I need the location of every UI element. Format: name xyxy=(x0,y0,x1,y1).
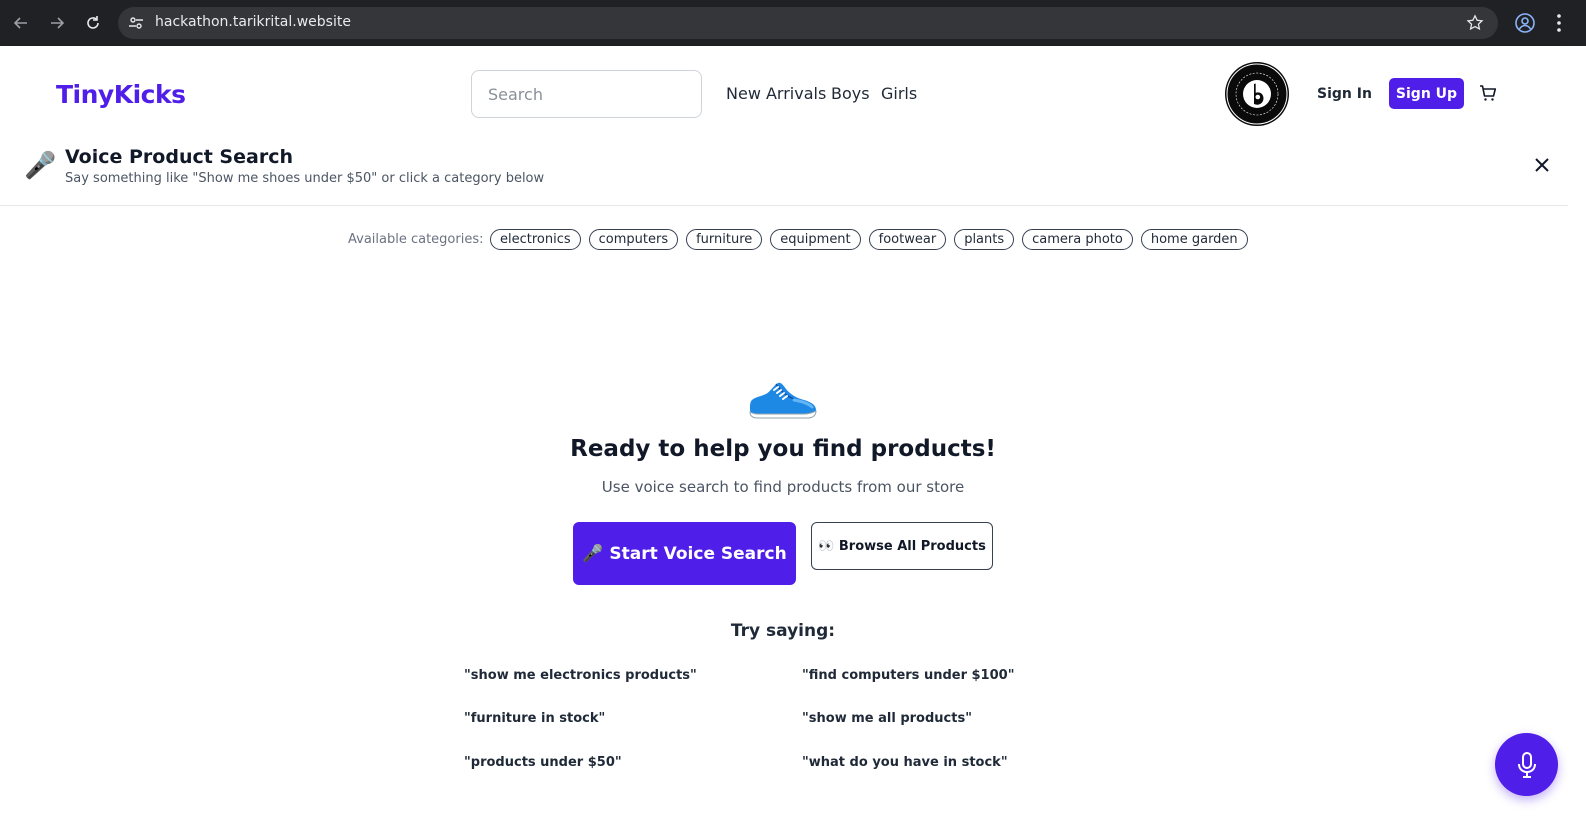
example-phrase[interactable]: "show me all products" xyxy=(802,711,972,726)
category-chip-computers[interactable]: computers xyxy=(588,229,679,250)
sign-in-link[interactable]: Sign In xyxy=(1317,86,1372,102)
hero-title: Ready to help you find products! xyxy=(570,436,996,462)
category-chip-camera-photo[interactable]: camera photo xyxy=(1022,229,1133,250)
browser-toolbar: hackathon.tarikrital.website xyxy=(0,0,1586,46)
example-phrase[interactable]: "what do you have in stock" xyxy=(802,755,1008,770)
hero-subtitle: Use voice search to find products from o… xyxy=(601,478,965,496)
site-logo[interactable]: TinyKicks xyxy=(56,80,186,109)
category-chip-plants[interactable]: plants xyxy=(954,229,1015,250)
voice-banner-title: Voice Product Search xyxy=(65,146,293,168)
example-phrase[interactable]: "find computers under $100" xyxy=(802,668,1014,683)
page-scrollbar[interactable] xyxy=(1568,46,1586,828)
bolt-badge-logo[interactable] xyxy=(1225,62,1289,126)
browse-all-products-button[interactable]: 👀 Browse All Products xyxy=(811,522,993,570)
nav-girls[interactable]: Girls xyxy=(881,84,917,103)
site-header: TinyKicks New Arrivals Boys Girls Sign I… xyxy=(0,46,1568,141)
category-chip-home-garden[interactable]: home garden xyxy=(1140,229,1248,250)
back-arrow-icon[interactable] xyxy=(8,10,34,36)
voice-banner-subtitle: Say something like "Show me shoes under … xyxy=(65,171,545,186)
example-phrase[interactable]: "show me electronics products" xyxy=(464,668,697,683)
nav-new-arrivals[interactable]: New Arrivals xyxy=(726,84,826,103)
sign-up-button[interactable]: Sign Up xyxy=(1389,78,1464,109)
start-voice-search-button[interactable]: 🎤 Start Voice Search xyxy=(573,522,796,585)
category-chips: electronics computers furniture equipmen… xyxy=(490,229,1248,250)
forward-arrow-icon[interactable] xyxy=(44,10,70,36)
close-icon[interactable] xyxy=(1533,156,1551,174)
category-chip-furniture[interactable]: furniture xyxy=(686,229,763,250)
example-phrase[interactable]: "furniture in stock" xyxy=(464,711,605,726)
category-chip-footwear[interactable]: footwear xyxy=(868,229,947,250)
search-input[interactable] xyxy=(471,70,702,118)
category-chip-electronics[interactable]: electronics xyxy=(490,229,581,250)
category-chip-equipment[interactable]: equipment xyxy=(770,229,861,250)
browser-menu-icon[interactable] xyxy=(1552,12,1566,34)
cart-icon[interactable] xyxy=(1479,84,1497,102)
microphone-icon xyxy=(1517,751,1536,778)
site-settings-icon[interactable] xyxy=(128,15,144,31)
reload-icon[interactable] xyxy=(80,10,106,36)
profile-icon[interactable] xyxy=(1514,12,1536,34)
sneaker-icon xyxy=(749,382,817,419)
address-bar[interactable]: hackathon.tarikrital.website xyxy=(118,7,1498,39)
url-text[interactable]: hackathon.tarikrital.website xyxy=(155,14,351,30)
voice-search-banner: 🎤 Voice Product Search Say something lik… xyxy=(0,141,1568,206)
try-saying-title: Try saying: xyxy=(730,621,836,641)
example-phrase[interactable]: "products under $50" xyxy=(464,755,622,770)
bookmark-star-icon[interactable] xyxy=(1466,14,1484,32)
categories-label: Available categories: xyxy=(348,232,484,247)
voice-mic-fab-button[interactable] xyxy=(1495,733,1558,796)
microphone-icon: 🎤 xyxy=(24,151,57,181)
nav-boys[interactable]: Boys xyxy=(831,84,870,103)
